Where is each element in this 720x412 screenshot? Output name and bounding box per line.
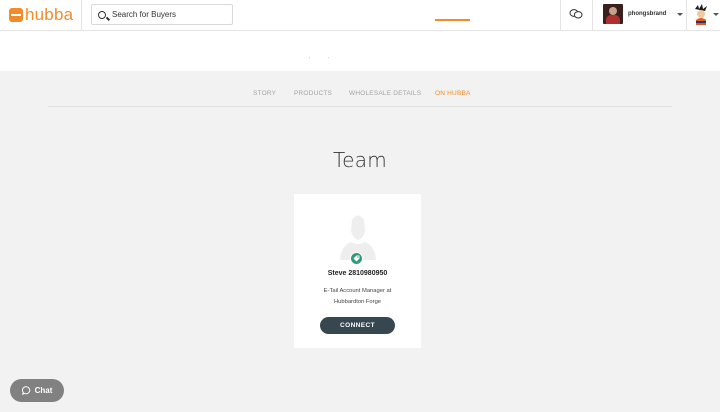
member-role-line: E-Tail Account Manager at bbox=[323, 288, 392, 294]
divider: ’ bbox=[328, 57, 330, 63]
user-name: phongsbrand bbox=[628, 11, 667, 17]
store-header-band: ’ ’ bbox=[0, 31, 720, 71]
profile-tabs: STORY PRODUCTS WHOLESALE DETAILS ON HUBB… bbox=[48, 86, 672, 107]
user-menu[interactable]: phongsbrand bbox=[603, 4, 684, 24]
nav-divider bbox=[686, 0, 687, 31]
member-name: Steve 2810980950 bbox=[327, 270, 388, 277]
connect-button[interactable]: CONNECT bbox=[320, 317, 395, 334]
active-tab-indicator bbox=[435, 19, 470, 21]
nav-divider bbox=[560, 0, 561, 31]
messages-icon[interactable] bbox=[569, 8, 583, 20]
chevron-down-icon bbox=[677, 12, 684, 16]
chat-label: Chat bbox=[34, 386, 53, 395]
search-icon bbox=[98, 10, 106, 19]
team-member-card: Steve 2810980950 E-Tail Account Manager … bbox=[294, 194, 421, 348]
divider: ’ bbox=[309, 57, 311, 63]
profile-avatar[interactable] bbox=[691, 4, 711, 26]
nav-divider bbox=[592, 0, 593, 31]
chat-widget-button[interactable]: Chat bbox=[10, 379, 64, 402]
top-nav: hubba phongsbrand bbox=[0, 0, 720, 31]
search-box[interactable] bbox=[91, 4, 233, 25]
nav-divider bbox=[81, 0, 82, 31]
tab-products[interactable]: PRODUCTS bbox=[294, 90, 332, 97]
tab-wholesale-details[interactable]: WHOLESALE DETAILS bbox=[349, 90, 421, 97]
section-title: Team bbox=[332, 148, 388, 172]
tab-on-hubba[interactable]: ON HUBBA bbox=[435, 90, 471, 97]
hubba-logo-icon bbox=[9, 8, 23, 22]
logo-text: hubba bbox=[25, 5, 74, 24]
hubba-logo[interactable]: hubba bbox=[9, 6, 73, 24]
member-role: E-Tail Account Manager at Hubbardton For… bbox=[304, 286, 411, 308]
member-badge bbox=[350, 252, 363, 265]
tag-icon bbox=[353, 255, 360, 262]
tab-story[interactable]: STORY bbox=[253, 90, 276, 97]
search-input[interactable] bbox=[112, 10, 222, 19]
user-avatar bbox=[603, 4, 623, 24]
chevron-down-icon[interactable] bbox=[713, 13, 719, 16]
chat-bubble-icon bbox=[21, 386, 30, 395]
member-company-line: Hubbardton Forge bbox=[333, 299, 382, 305]
